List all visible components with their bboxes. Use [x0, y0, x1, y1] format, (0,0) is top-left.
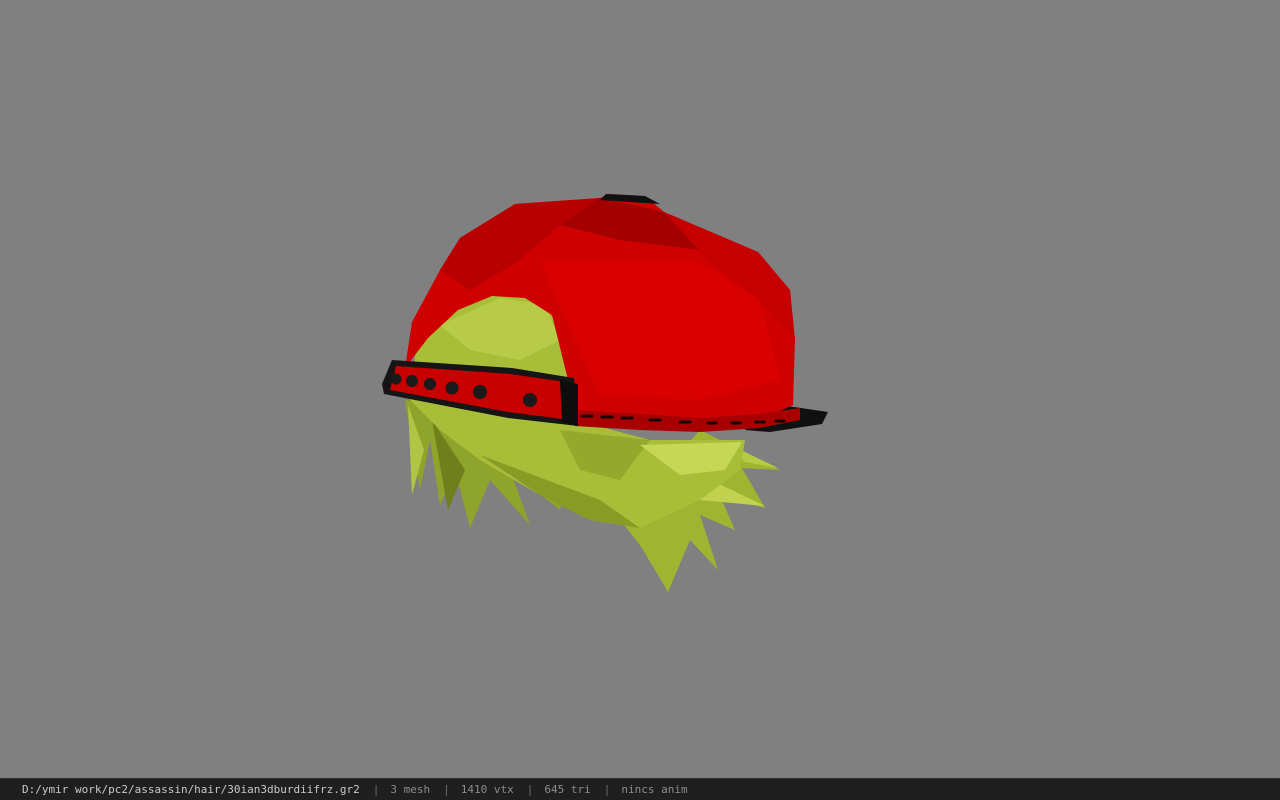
mesh-count: 3 mesh	[390, 783, 431, 796]
status-separator: |	[526, 783, 534, 796]
status-separator: |	[372, 783, 380, 796]
hair-model-render	[382, 194, 828, 592]
status-separator: |	[603, 783, 611, 796]
triangle-count: 645 tri	[544, 783, 591, 796]
file-path: D:/ymir work/pc2/assassin/hair/30ian3dbu…	[22, 783, 360, 796]
animation-status: nincs anim	[621, 783, 688, 796]
status-bar: D:/ymir work/pc2/assassin/hair/30ian3dbu…	[0, 778, 1280, 800]
vertex-count: 1410 vtx	[460, 783, 514, 796]
3d-viewport[interactable]	[0, 0, 1280, 778]
status-separator: |	[443, 783, 450, 796]
